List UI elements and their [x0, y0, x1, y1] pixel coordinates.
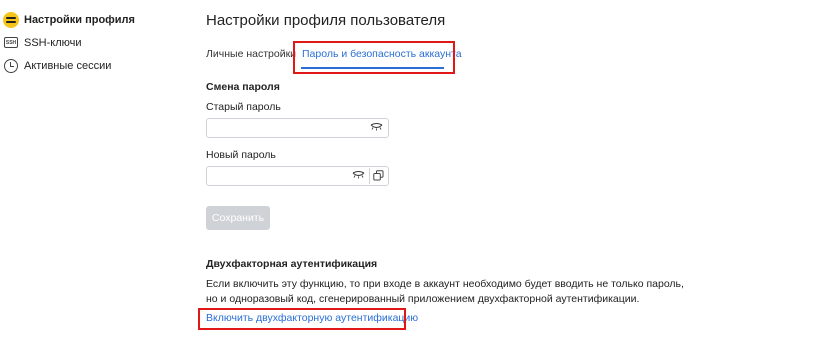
sidebar-item-ssh-keys[interactable]: SSH SSH-ключи — [0, 31, 180, 54]
sidebar: Настройки профиля SSH SSH-ключи Активные… — [0, 8, 180, 77]
clock-icon — [3, 58, 19, 74]
ssh-key-icon: SSH — [3, 35, 19, 51]
highlight-box — [198, 308, 406, 330]
highlight-box — [293, 41, 455, 74]
profile-settings-icon — [3, 11, 19, 28]
old-password-label: Старый пароль — [206, 101, 281, 113]
old-password-field[interactable] — [206, 118, 389, 138]
field-divider — [369, 168, 370, 184]
tfa-section-title: Двухфакторная аутентификация — [206, 258, 378, 270]
tfa-description-line: но и одноразовый код, сгенерированный пр… — [206, 293, 640, 305]
sidebar-item-profile-settings[interactable]: Настройки профиля — [0, 8, 180, 31]
sidebar-item-label: Активные сессии — [24, 59, 112, 72]
new-password-field[interactable] — [206, 166, 389, 186]
sidebar-item-label: SSH-ключи — [24, 36, 82, 49]
save-button[interactable]: Сохранить — [206, 206, 270, 230]
new-password-label: Новый пароль — [206, 149, 276, 161]
eye-closed-icon[interactable] — [352, 171, 365, 179]
tfa-description-line: Если включить эту функцию, то при входе … — [206, 278, 684, 290]
tfa-description: Если включить эту функцию, то при входе … — [206, 277, 684, 307]
password-section-title: Смена пароля — [206, 81, 280, 93]
sidebar-item-label: Настройки профиля — [24, 13, 135, 26]
eye-closed-icon[interactable] — [370, 123, 383, 131]
generate-password-icon[interactable] — [373, 170, 384, 181]
sidebar-item-active-sessions[interactable]: Активные сессии — [0, 54, 180, 77]
tab-personal-settings[interactable]: Личные настройки — [206, 48, 296, 60]
page-title: Настройки профиля пользователя — [206, 12, 446, 29]
